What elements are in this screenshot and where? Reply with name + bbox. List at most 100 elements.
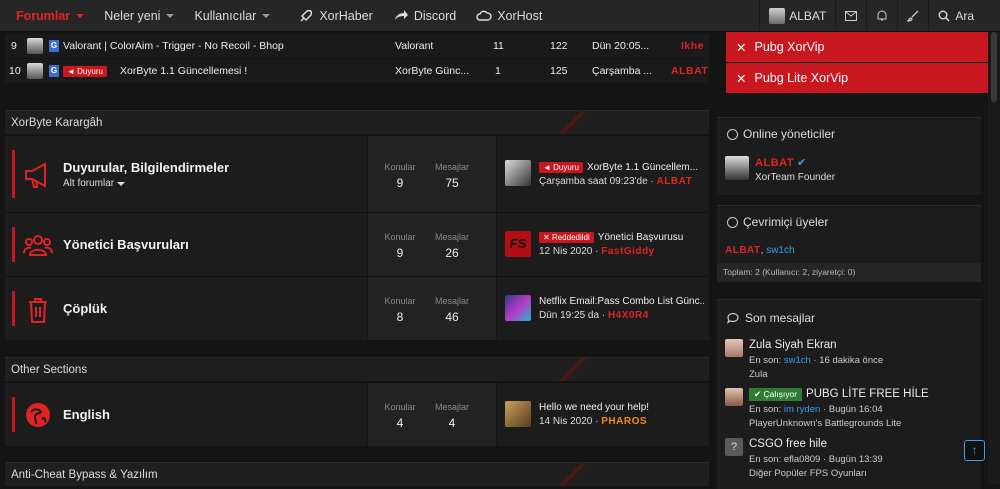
recent-title[interactable]: Zula Siyah Ekran (749, 339, 837, 351)
thread-forum[interactable]: Valorant (395, 40, 433, 52)
avatar (505, 295, 531, 321)
avatar[interactable] (725, 156, 749, 180)
accent-bar (12, 150, 15, 198)
stat-value: 9 (396, 246, 404, 260)
last-post-user[interactable]: FastGiddy (601, 246, 654, 257)
recent-user[interactable]: im ryden (784, 404, 820, 415)
arrow-up-icon: ↑ (971, 443, 978, 457)
rocket-icon (300, 9, 313, 22)
forum-title[interactable]: English (63, 407, 110, 422)
nav-kullanicilar[interactable]: Kullanıcılar (184, 0, 280, 32)
forum-row[interactable]: English Konular 4 Mesajlar 4 Hello we need… (5, 382, 709, 446)
online-user[interactable]: ALBAT (725, 245, 761, 256)
admin-username[interactable]: ALBAT (755, 157, 794, 169)
messages-button[interactable] (835, 0, 866, 32)
top-navigation: Forumlar Neler yeni Kullanıcılar XorHabe… (0, 0, 1000, 32)
style-button[interactable] (897, 0, 928, 32)
last-post-title[interactable]: Yönetici Başvurusu (598, 232, 684, 243)
thread-forum[interactable]: XorByte Günc... (395, 65, 469, 77)
online-admins-panel: Online yöneticiler ALBAT ✔ XorTeam Found… (717, 117, 981, 195)
brush-icon (907, 10, 919, 22)
stat-value: 4 (448, 416, 456, 430)
avatar (27, 63, 43, 79)
last-post-title[interactable]: Hello we need your help! (539, 402, 704, 413)
forum-row[interactable]: Çöplük Konular 8 Mesajlar 46 Netflix Email… (5, 276, 709, 340)
nav-discord[interactable]: Discord (383, 0, 466, 32)
panel-title[interactable]: Çevrimiçi üyeler (743, 215, 828, 229)
status-badge: ✔ Çalışıyor (749, 388, 803, 401)
last-post-user[interactable]: ALBAT (657, 176, 693, 187)
recent-forum[interactable]: Diğer Popüler FPS Oyunları (749, 468, 867, 479)
recent-forum[interactable]: PlayerUnknown's Battlegrounds Lite (749, 418, 901, 429)
scroll-to-top-button[interactable]: ↑ (964, 440, 985, 461)
last-post-title[interactable]: Netflix Email:Pass Combo List Günc... (539, 296, 704, 307)
stat-label: Mesajlar (434, 162, 469, 172)
section-header[interactable]: Anti-Cheat Bypass & Yazılım (5, 462, 709, 486)
scrollbar-thumb[interactable] (991, 32, 997, 102)
subforums-toggle[interactable]: Alt forumlar (63, 178, 126, 189)
panel-title[interactable]: Son mesajlar (745, 311, 815, 325)
stat-label: Konular (384, 402, 416, 412)
pubg-xorvip-button[interactable]: ✕ Pubg XorVip (726, 32, 988, 62)
user-circle-icon (727, 128, 738, 140)
recent-title[interactable]: CSGO free hile (749, 438, 827, 450)
stat-label: Mesajlar (434, 232, 469, 242)
thread-user[interactable]: Ikhe (681, 40, 704, 52)
thread-user[interactable]: ALBAT (671, 65, 708, 77)
forum-title[interactable]: Duyurular, Bilgilendirmeler (63, 160, 229, 175)
user-menu[interactable]: ALBAT (759, 0, 835, 32)
last-post-user[interactable]: PHAROS (601, 416, 647, 427)
nav-xorhaber[interactable]: XorHaber (288, 0, 383, 32)
recent-user[interactable]: sw1ch (784, 355, 811, 366)
search-button[interactable]: Ara (928, 0, 1000, 32)
table-row[interactable]: 9 G Valorant | ColorAim - Trigger - No R… (5, 34, 709, 58)
section-header[interactable]: Other Sections (5, 357, 709, 381)
online-user[interactable]: sw1ch (766, 245, 794, 256)
chevron-down-icon (117, 182, 126, 186)
stat-value: 8 (396, 310, 404, 324)
forum-row[interactable]: Duyurular, Bilgilendirmeler Alt forumlar… (5, 135, 709, 212)
forum-title[interactable]: Yönetici Başvuruları (63, 237, 189, 252)
close-icon: ✕ (543, 233, 552, 242)
scrollbar[interactable] (988, 32, 1000, 484)
last-post[interactable]: ◄ Duyuru XorByte 1.1 Güncellem... Çarşamb… (501, 136, 707, 213)
recent-user[interactable]: efla0809 (784, 454, 820, 465)
recent-forum[interactable]: Zula (749, 369, 767, 380)
section-header[interactable]: XorByte Karargâh (5, 110, 709, 134)
table-row[interactable]: 10 G ◄ Duyuru XorByte 1.1 Güncellemesi !… (5, 59, 709, 83)
panel-title[interactable]: Online yöneticiler (743, 127, 835, 141)
search-icon (938, 10, 950, 22)
forum-stats: Konular 9 Mesajlar 75 (367, 136, 497, 212)
stat-value: 4 (396, 416, 404, 430)
avatar (505, 401, 531, 427)
fs-logo-icon: FS (505, 231, 531, 257)
recent-title[interactable]: PUBG LİTE FREE HİLE (806, 388, 929, 400)
user-circle-icon (727, 216, 738, 228)
thread-views: 122 (550, 40, 568, 52)
recent-time: Bugün 13:39 (828, 454, 883, 465)
forum-stats: Konular 9 Mesajlar 26 (367, 213, 497, 276)
online-users-panel: Çevrimiçi üyeler ALBAT, sw1ch Toplam: 2 … (717, 205, 981, 282)
recent-posts-panel: Son mesajlar Zula Siyah Ekran En son: sw… (717, 299, 981, 489)
chevron-down-icon (166, 13, 175, 18)
nav-xorhost[interactable]: XorHost (466, 0, 552, 32)
comment-icon (727, 312, 739, 324)
forum-row[interactable]: Yönetici Başvuruları Konular 9 Mesajlar 26… (5, 212, 709, 276)
forum-title[interactable]: Çöplük (63, 301, 107, 316)
pubg-lite-xorvip-button[interactable]: ✕ Pubg Lite XorVip (726, 63, 988, 93)
thread-title[interactable]: Valorant | ColorAim - Trigger - No Recoi… (63, 40, 284, 52)
nav-forumlar[interactable]: Forumlar (0, 0, 94, 32)
last-post[interactable]: Netflix Email:Pass Combo List Günc... Dü… (501, 277, 707, 341)
recent-time: Bugün 16:04 (828, 404, 883, 415)
last-post[interactable]: Hello we need your help! 14 Nis 2020 · P… (501, 383, 707, 447)
row-number: 10 (9, 65, 21, 77)
thread-title[interactable]: XorByte 1.1 Güncellemesi ! (120, 65, 247, 77)
last-post-date: 12 Nis 2020 · (539, 246, 599, 257)
cloud-icon (476, 10, 492, 21)
alerts-button[interactable] (866, 0, 897, 32)
last-post-title[interactable]: XorByte 1.1 Güncellem... (587, 162, 698, 173)
g-icon: G (49, 65, 59, 77)
last-post-user[interactable]: H4X0R4 (608, 310, 649, 321)
nav-neler-yeni[interactable]: Neler yeni (94, 0, 184, 32)
last-post[interactable]: FS ✕ Reddedildi Yönetici Başvurusu 12 Nis… (501, 213, 707, 277)
